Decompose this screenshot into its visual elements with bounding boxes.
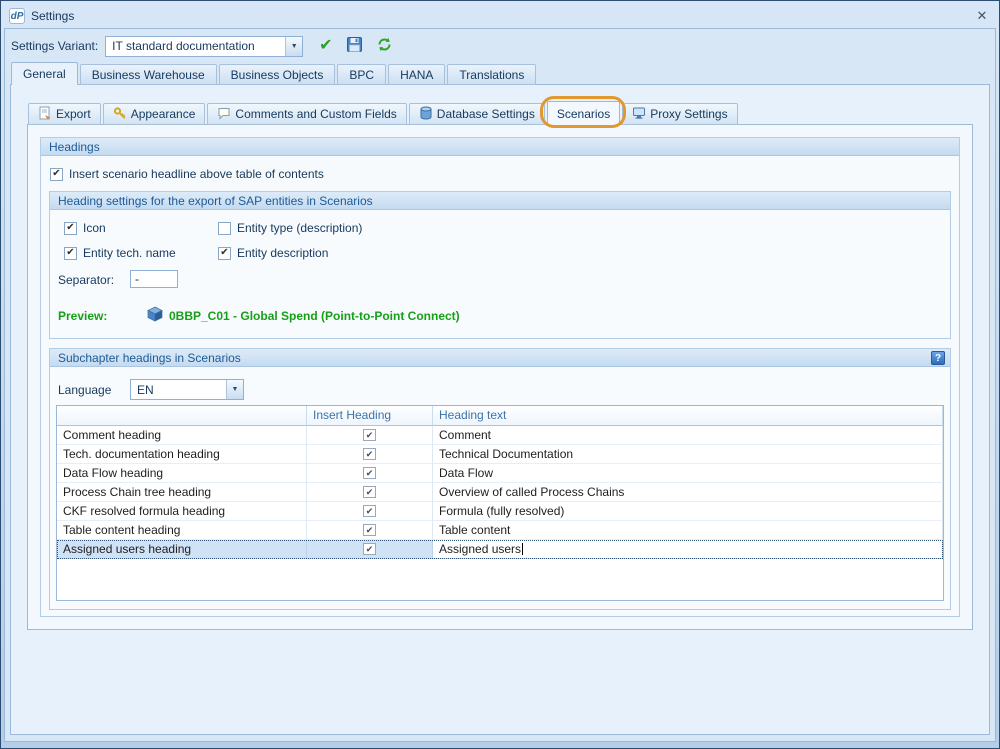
general-tab-page: Export Appearance Comments and Custom Fi… bbox=[10, 84, 990, 735]
settings-variant-combobox[interactable]: IT standard documentation ▼ bbox=[105, 36, 303, 57]
dialog-client-area: Settings Variant: IT standard documentat… bbox=[4, 28, 996, 742]
table-row[interactable]: Tech. documentation heading Technical Do… bbox=[57, 445, 943, 464]
appearance-key-icon bbox=[113, 106, 127, 123]
apply-check-icon[interactable]: ✔ bbox=[319, 38, 332, 54]
subchapter-headings-group: Subchapter headings in Scenarios ? Langu… bbox=[49, 348, 951, 610]
settings-window: dP Settings ✕ Settings Variant: IT stand… bbox=[0, 0, 1000, 749]
entity-type-checkbox-label: Entity type (description) bbox=[237, 221, 362, 235]
insert-heading-checkbox[interactable] bbox=[363, 429, 376, 441]
insert-heading-checkbox[interactable] bbox=[363, 543, 376, 555]
column-header-name[interactable] bbox=[57, 406, 307, 426]
close-icon[interactable]: ✕ bbox=[973, 8, 991, 24]
entity-cube-icon bbox=[147, 306, 163, 325]
title-bar: dP Settings ✕ bbox=[4, 4, 996, 28]
entity-tech-name-checkbox-label: Entity tech. name bbox=[83, 246, 176, 260]
settings-variant-label: Settings Variant: bbox=[11, 39, 98, 53]
tab-database-settings[interactable]: Database Settings bbox=[409, 103, 545, 125]
column-header-insert-heading[interactable]: Insert Heading bbox=[307, 406, 433, 426]
insert-heading-checkbox[interactable] bbox=[363, 505, 376, 517]
scenarios-tab-page: Headings Insert scenario headline above … bbox=[27, 124, 973, 630]
entity-tech-name-checkbox-row: Entity tech. name bbox=[64, 246, 176, 260]
table-row-selected[interactable]: Assigned users heading Assigned users bbox=[57, 540, 943, 559]
icon-checkbox[interactable] bbox=[64, 222, 77, 235]
table-header-row: Insert Heading Heading text bbox=[57, 406, 943, 426]
entity-type-checkbox-row: Entity type (description) bbox=[218, 221, 362, 235]
column-header-heading-text[interactable]: Heading text bbox=[433, 406, 943, 426]
table-row[interactable]: Table content heading Table content bbox=[57, 521, 943, 540]
tab-general[interactable]: General bbox=[11, 62, 78, 85]
language-combobox[interactable]: EN ▼ bbox=[130, 379, 244, 400]
heading-settings-group: Heading settings for the export of SAP e… bbox=[49, 191, 951, 339]
export-tab-icon bbox=[38, 106, 52, 123]
insert-heading-checkbox[interactable] bbox=[363, 467, 376, 479]
language-row: Language EN ▼ bbox=[58, 379, 244, 400]
database-icon bbox=[419, 106, 433, 123]
save-icon[interactable] bbox=[346, 36, 363, 56]
editing-cell[interactable]: Assigned users bbox=[433, 540, 943, 559]
tab-scenarios[interactable]: Scenarios bbox=[547, 101, 620, 125]
tab-comments-custom-fields[interactable]: Comments and Custom Fields bbox=[207, 103, 406, 125]
separator-input[interactable] bbox=[130, 270, 178, 288]
tab-export[interactable]: Export bbox=[28, 103, 101, 125]
comment-bubble-icon bbox=[217, 106, 231, 123]
window-title: Settings bbox=[31, 9, 74, 23]
entity-description-checkbox[interactable] bbox=[218, 247, 231, 260]
insert-heading-checkbox[interactable] bbox=[363, 524, 376, 536]
help-icon[interactable]: ? bbox=[931, 351, 945, 365]
headings-table: Insert Heading Heading text Comment head… bbox=[56, 405, 944, 601]
tab-proxy-settings[interactable]: Proxy Settings bbox=[622, 103, 737, 125]
insert-heading-checkbox[interactable] bbox=[363, 486, 376, 498]
subchapter-group-header: Subchapter headings in Scenarios ? bbox=[50, 349, 950, 367]
tab-translations[interactable]: Translations bbox=[447, 64, 536, 85]
separator-label: Separator: bbox=[58, 273, 114, 287]
settings-variant-bar: Settings Variant: IT standard documentat… bbox=[11, 35, 393, 57]
inner-tab-strip: Export Appearance Comments and Custom Fi… bbox=[28, 101, 740, 125]
icon-checkbox-label: Icon bbox=[83, 221, 106, 235]
entity-description-checkbox-row: Entity description bbox=[218, 246, 328, 260]
table-body: Comment heading Comment Tech. documentat… bbox=[57, 426, 943, 559]
entity-description-checkbox-label: Entity description bbox=[237, 246, 328, 260]
tab-appearance[interactable]: Appearance bbox=[103, 103, 206, 125]
table-row[interactable]: Process Chain tree heading Overview of c… bbox=[57, 483, 943, 502]
table-row[interactable]: Data Flow heading Data Flow bbox=[57, 464, 943, 483]
icon-checkbox-row: Icon bbox=[64, 221, 106, 235]
entity-type-checkbox[interactable] bbox=[218, 222, 231, 235]
preview-label: Preview: bbox=[58, 309, 107, 323]
insert-scenario-headline-label: Insert scenario headline above table of … bbox=[69, 167, 324, 181]
text-cursor bbox=[522, 543, 523, 555]
headings-group-header: Headings bbox=[41, 138, 959, 156]
tab-hana[interactable]: HANA bbox=[388, 64, 445, 85]
tab-business-objects[interactable]: Business Objects bbox=[219, 64, 336, 85]
insert-heading-checkbox[interactable] bbox=[363, 448, 376, 460]
insert-scenario-headline-checkbox[interactable] bbox=[50, 168, 63, 181]
language-label: Language bbox=[58, 383, 130, 397]
proxy-icon bbox=[632, 106, 646, 123]
headings-group: Headings Insert scenario headline above … bbox=[40, 137, 960, 617]
main-tab-strip: General Business Warehouse Business Obje… bbox=[11, 62, 989, 85]
app-logo-icon: dP bbox=[9, 8, 25, 24]
entity-tech-name-checkbox[interactable] bbox=[64, 247, 77, 260]
settings-variant-value: IT standard documentation bbox=[106, 39, 285, 53]
language-value: EN bbox=[131, 383, 226, 397]
refresh-icon[interactable] bbox=[376, 36, 393, 56]
table-row[interactable]: CKF resolved formula heading Formula (fu… bbox=[57, 502, 943, 521]
insert-headline-row: Insert scenario headline above table of … bbox=[50, 167, 324, 181]
chevron-down-icon[interactable]: ▼ bbox=[285, 37, 302, 56]
tab-bpc[interactable]: BPC bbox=[337, 64, 386, 85]
heading-settings-group-header: Heading settings for the export of SAP e… bbox=[50, 192, 950, 210]
table-row[interactable]: Comment heading Comment bbox=[57, 426, 943, 445]
preview-text: 0BBP_C01 - Global Spend (Point-to-Point … bbox=[169, 309, 460, 323]
variant-toolbar: ✔ bbox=[319, 36, 392, 56]
tab-business-warehouse[interactable]: Business Warehouse bbox=[80, 64, 217, 85]
chevron-down-icon[interactable]: ▼ bbox=[226, 380, 243, 399]
